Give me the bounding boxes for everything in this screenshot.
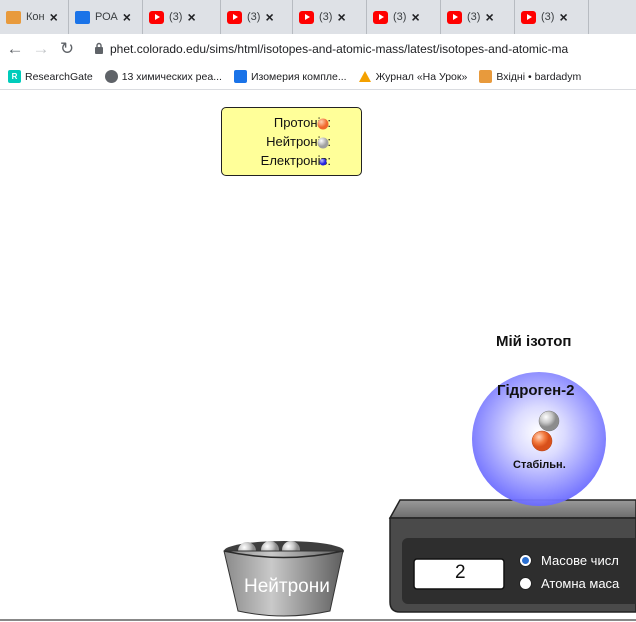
- tab-title: (3): [319, 11, 333, 23]
- neutron-particle[interactable]: [538, 410, 560, 432]
- tab-title: (3): [247, 11, 261, 23]
- tab-title: (3): [393, 11, 407, 23]
- bookmark-chem-reactions[interactable]: 13 химических реа...: [104, 70, 222, 83]
- tab-title: (3): [467, 11, 481, 23]
- bookmark-label: Вхідні • bardadym: [496, 70, 582, 83]
- mass-number-option-label[interactable]: Масове числ: [541, 553, 619, 568]
- atomic-mass-radio[interactable]: [519, 577, 532, 590]
- atomic-mass-option-label[interactable]: Атомна маса: [541, 576, 619, 591]
- lock-icon[interactable]: [94, 42, 104, 57]
- bookmark-isomerism[interactable]: Изомерия компле...: [233, 70, 347, 83]
- url-field[interactable]: phet.colorado.edu/sims/html/isotopes-and…: [110, 42, 568, 56]
- address-bar: ← → ↻ phet.colorado.edu/sims/html/isotop…: [0, 34, 636, 64]
- flask-icon: [233, 70, 247, 83]
- browser-tab[interactable]: РОА ×: [69, 0, 143, 34]
- researchgate-icon: R: [8, 70, 21, 83]
- close-icon[interactable]: ×: [485, 9, 493, 25]
- warning-icon: [359, 70, 372, 83]
- bookmark-label: ResearchGate: [25, 70, 93, 83]
- forward-arrow-icon[interactable]: →: [30, 39, 52, 59]
- simulation-canvas: Протонів: Нейтронів: Електронів: Мій ізо…: [0, 90, 636, 622]
- shopping-bag-icon: [6, 10, 21, 24]
- close-icon[interactable]: ×: [265, 9, 273, 25]
- youtube-icon: [447, 10, 462, 24]
- bookmarks-bar: R ResearchGate 13 химических реа... Изом…: [0, 64, 636, 90]
- close-icon[interactable]: ×: [411, 9, 419, 25]
- tab-title: (3): [541, 11, 555, 23]
- bookmark-na-urok[interactable]: Журнал «На Урок»: [359, 70, 468, 83]
- youtube-icon: [149, 10, 164, 24]
- browser-tab[interactable]: (3) ×: [293, 0, 367, 34]
- browser-tab[interactable]: (3) ×: [441, 0, 515, 34]
- close-icon[interactable]: ×: [50, 9, 58, 25]
- sim-bottom-divider: [0, 619, 636, 621]
- browser-tab[interactable]: (3) ×: [367, 0, 441, 34]
- browser-tab-strip: Кон × РОА × (3) × (3) × (3) × (3) × (3) …: [0, 0, 636, 34]
- bookmark-researchgate[interactable]: R ResearchGate: [8, 70, 93, 83]
- shopping-bag-icon: [479, 70, 493, 83]
- globe-icon: [104, 70, 118, 83]
- document-icon: [75, 10, 90, 24]
- browser-tab[interactable]: Кон ×: [0, 0, 69, 34]
- tab-title: Кон: [26, 11, 45, 23]
- reload-icon[interactable]: ↻: [56, 39, 78, 59]
- close-icon[interactable]: ×: [123, 9, 131, 25]
- close-icon[interactable]: ×: [187, 9, 195, 25]
- browser-tab[interactable]: (3) ×: [515, 0, 589, 34]
- youtube-icon: [227, 10, 242, 24]
- bookmark-label: Журнал «На Урок»: [375, 70, 468, 83]
- browser-tab[interactable]: (3) ×: [143, 0, 221, 34]
- scale-readout-value: 2: [455, 562, 466, 583]
- mass-number-radio[interactable]: [519, 554, 532, 567]
- sim-drawing: [223, 372, 636, 617]
- stability-label: Стабільн.: [513, 459, 566, 471]
- close-icon[interactable]: ×: [559, 9, 567, 25]
- back-arrow-icon[interactable]: ←: [4, 39, 26, 59]
- tab-title: РОА: [95, 11, 118, 23]
- proton-particle[interactable]: [531, 430, 553, 452]
- bookmark-label: Изомерия компле...: [250, 70, 347, 83]
- tab-title: (3): [169, 11, 183, 23]
- youtube-icon: [521, 10, 536, 24]
- youtube-icon: [373, 10, 388, 24]
- bookmark-inbox[interactable]: Вхідні • bardadym: [479, 70, 581, 83]
- youtube-icon: [299, 10, 314, 24]
- bookmark-label: 13 химических реа...: [121, 70, 222, 83]
- browser-tab[interactable]: (3) ×: [221, 0, 293, 34]
- close-icon[interactable]: ×: [337, 9, 345, 25]
- element-name: Гідроген-2: [497, 382, 575, 399]
- neutron-bucket-label: Нейтрони: [244, 576, 330, 597]
- radio-selected-dot: [522, 557, 529, 564]
